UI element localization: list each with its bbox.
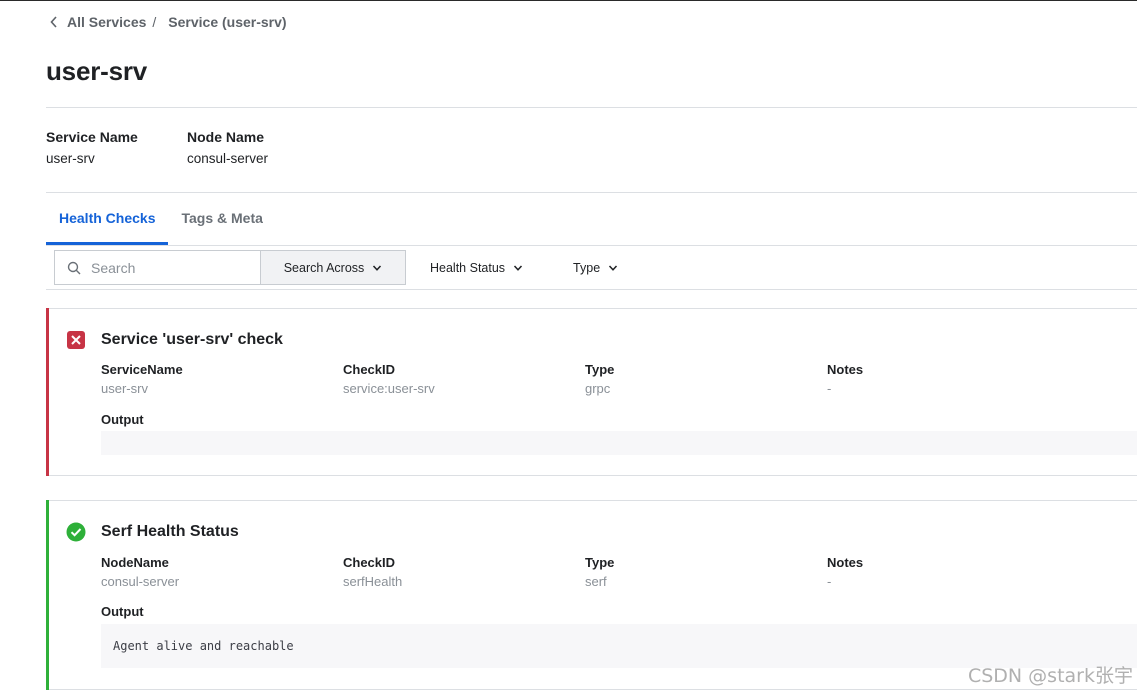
output-label: Output: [101, 604, 144, 619]
output-block: [101, 431, 1137, 455]
meta-key: Node Name: [187, 129, 265, 145]
type-label: Type: [573, 260, 601, 275]
field-value: grpc: [585, 381, 611, 396]
meta-service-name: Service Name user-srv: [46, 129, 138, 166]
search-input[interactable]: [91, 259, 251, 276]
field-key: CheckID: [343, 362, 396, 377]
breadcrumb-current: Service (user-srv): [168, 14, 287, 30]
check-fields: NodeName consul-server CheckID serfHealt…: [101, 555, 1069, 589]
field-key: NodeName: [101, 555, 169, 570]
meta-value: consul-server: [187, 151, 269, 166]
health-status-label: Health Status: [430, 260, 506, 275]
field-key: ServiceName: [101, 362, 183, 377]
breadcrumb: All Services / Service (user-srv): [49, 14, 287, 30]
check-fields: ServiceName user-srv CheckID service:use…: [101, 362, 1069, 396]
divider: [46, 289, 1137, 290]
tab-tags-meta[interactable]: Tags & Meta: [168, 205, 275, 245]
meta-node-name: Node Name consul-server: [187, 129, 268, 166]
x-square-icon: [67, 331, 85, 349]
chevron-down-icon: [373, 264, 382, 271]
filter-bar: Search Across Health Status Type: [54, 250, 618, 285]
divider: [46, 107, 1137, 108]
field-type: Type grpc: [585, 362, 827, 396]
check-title: Service 'user-srv' check: [101, 331, 283, 348]
field-check-id: CheckID service:user-srv: [343, 362, 585, 396]
tab-bar: Health Checks Tags & Meta: [46, 205, 276, 245]
page-title: user-srv: [46, 56, 148, 86]
breadcrumb-all-services-link[interactable]: All Services: [67, 14, 146, 30]
meta-key: Service Name: [46, 129, 138, 145]
chevron-down-icon: [609, 264, 618, 271]
field-value: -: [827, 574, 832, 589]
field-notes: Notes -: [827, 362, 1069, 396]
tab-health-checks[interactable]: Health Checks: [46, 205, 169, 245]
window-top-border: [0, 0, 1137, 1]
field-value: -: [827, 381, 832, 396]
divider: [46, 192, 1137, 193]
health-check-card: Service 'user-srv' check ServiceName use…: [46, 308, 1137, 476]
field-key: Type: [585, 555, 615, 570]
divider: [46, 245, 1137, 246]
search-across-dropdown[interactable]: Search Across: [260, 250, 406, 285]
field-value: service:user-srv: [343, 381, 435, 396]
field-value: user-srv: [101, 381, 148, 396]
output-label: Output: [101, 412, 144, 427]
chevron-down-icon: [513, 264, 523, 271]
field-key: Type: [585, 362, 615, 377]
check-title: Serf Health Status: [101, 523, 239, 540]
field-value: consul-server: [101, 574, 180, 589]
field-key: Notes: [827, 362, 864, 377]
breadcrumb-separator: /: [152, 14, 157, 30]
search-across-label: Search Across: [283, 260, 365, 275]
field-type: Type serf: [585, 555, 827, 589]
field-key: CheckID: [343, 555, 396, 570]
field-check-id: CheckID serfHealth: [343, 555, 585, 589]
field-node-name: NodeName consul-server: [101, 555, 343, 589]
chevron-left-icon[interactable]: [49, 15, 59, 29]
type-dropdown[interactable]: Type: [523, 250, 618, 285]
search-icon: [67, 261, 81, 274]
health-status-dropdown[interactable]: Health Status: [406, 250, 523, 285]
field-key: Notes: [827, 555, 864, 570]
check-circle-icon: [66, 522, 86, 542]
field-value: serf: [585, 574, 607, 589]
search-field[interactable]: [54, 250, 260, 285]
watermark: CSDN @stark张宇: [967, 665, 1133, 687]
status-bar-critical: [46, 308, 49, 476]
field-notes: Notes -: [827, 555, 1069, 589]
field-service-name: ServiceName user-srv: [101, 362, 343, 396]
meta-value: user-srv: [46, 151, 95, 166]
field-value: serfHealth: [343, 574, 403, 589]
status-bar-passing: [46, 500, 49, 690]
